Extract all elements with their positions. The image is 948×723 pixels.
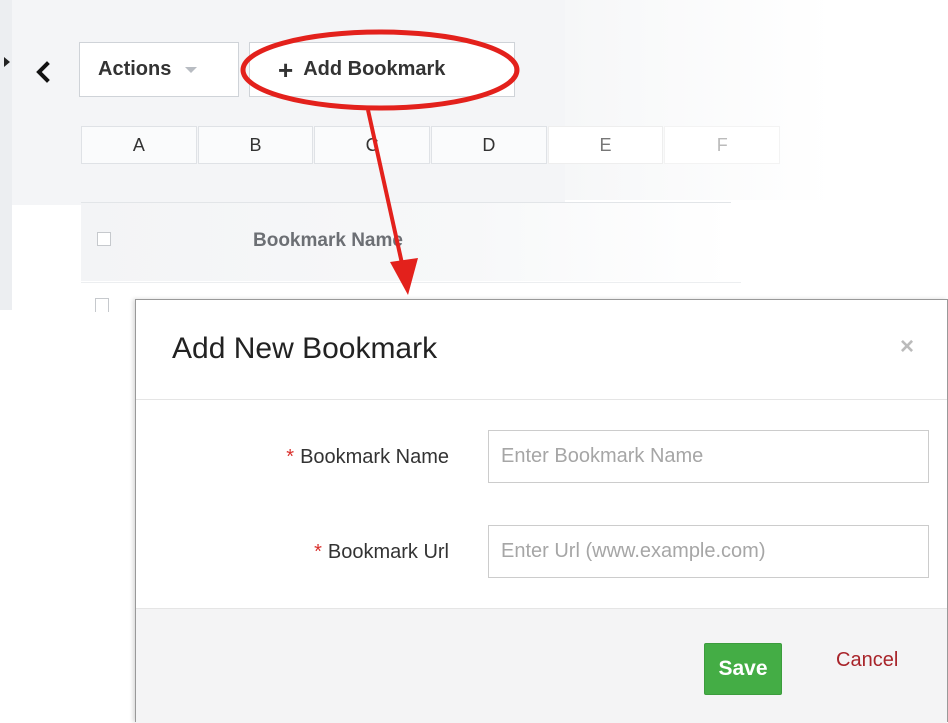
actions-dropdown-button[interactable]: Actions bbox=[79, 42, 239, 97]
alphabet-filter-a[interactable]: A bbox=[81, 126, 197, 164]
required-marker: * bbox=[286, 446, 295, 468]
close-icon[interactable]: × bbox=[900, 335, 914, 359]
alphabet-filter-e[interactable]: E bbox=[547, 126, 664, 164]
actions-label: Actions bbox=[98, 58, 172, 80]
expand-arrow-icon[interactable] bbox=[4, 57, 10, 67]
add-bookmark-label: Add Bookmark bbox=[303, 58, 446, 80]
alphabet-filter-c[interactable]: C bbox=[314, 126, 431, 164]
dialog-header: Add New Bookmark × bbox=[136, 300, 947, 400]
sidebar-strip bbox=[0, 0, 12, 310]
dialog-title: Add New Bookmark bbox=[172, 332, 438, 365]
save-button[interactable]: Save bbox=[704, 643, 782, 695]
bookmark-name-row: * Bookmark Name bbox=[136, 430, 947, 486]
bookmark-url-label-text: Bookmark Url bbox=[327, 541, 449, 563]
dialog-footer: Save Cancel bbox=[136, 608, 947, 723]
cancel-link[interactable]: Cancel bbox=[836, 649, 898, 672]
row-checkbox[interactable] bbox=[95, 298, 109, 312]
bookmark-url-label: * Bookmark Url bbox=[314, 541, 449, 564]
alphabet-filter: A B C D E F bbox=[81, 126, 781, 164]
bookmark-name-label: * Bookmark Name bbox=[286, 446, 449, 469]
select-all-checkbox[interactable] bbox=[97, 232, 111, 246]
page-background-fade bbox=[565, 0, 948, 200]
alphabet-filter-f[interactable]: F bbox=[664, 126, 781, 164]
table-header bbox=[81, 202, 731, 281]
chevron-left-icon[interactable] bbox=[36, 56, 60, 88]
add-bookmark-dialog: Add New Bookmark × *Bookmark Name *Bookm… bbox=[135, 299, 948, 723]
table-divider bbox=[81, 282, 741, 283]
plus-icon: + bbox=[278, 54, 294, 85]
bookmark-name-input[interactable] bbox=[488, 430, 929, 483]
caret-down-icon bbox=[185, 66, 198, 73]
alphabet-filter-d[interactable]: D bbox=[431, 126, 547, 164]
alphabet-filter-b[interactable]: B bbox=[197, 126, 314, 164]
column-header-bookmark-name[interactable]: Bookmark Name bbox=[253, 230, 403, 252]
page-background bbox=[0, 0, 565, 205]
required-marker: * bbox=[314, 541, 322, 563]
bookmark-url-input[interactable] bbox=[488, 525, 929, 578]
add-bookmark-button[interactable]: + Add Bookmark bbox=[249, 42, 515, 97]
bookmark-name-label-text: Bookmark Name bbox=[300, 446, 449, 468]
bookmark-url-row: * Bookmark Url bbox=[136, 525, 947, 581]
